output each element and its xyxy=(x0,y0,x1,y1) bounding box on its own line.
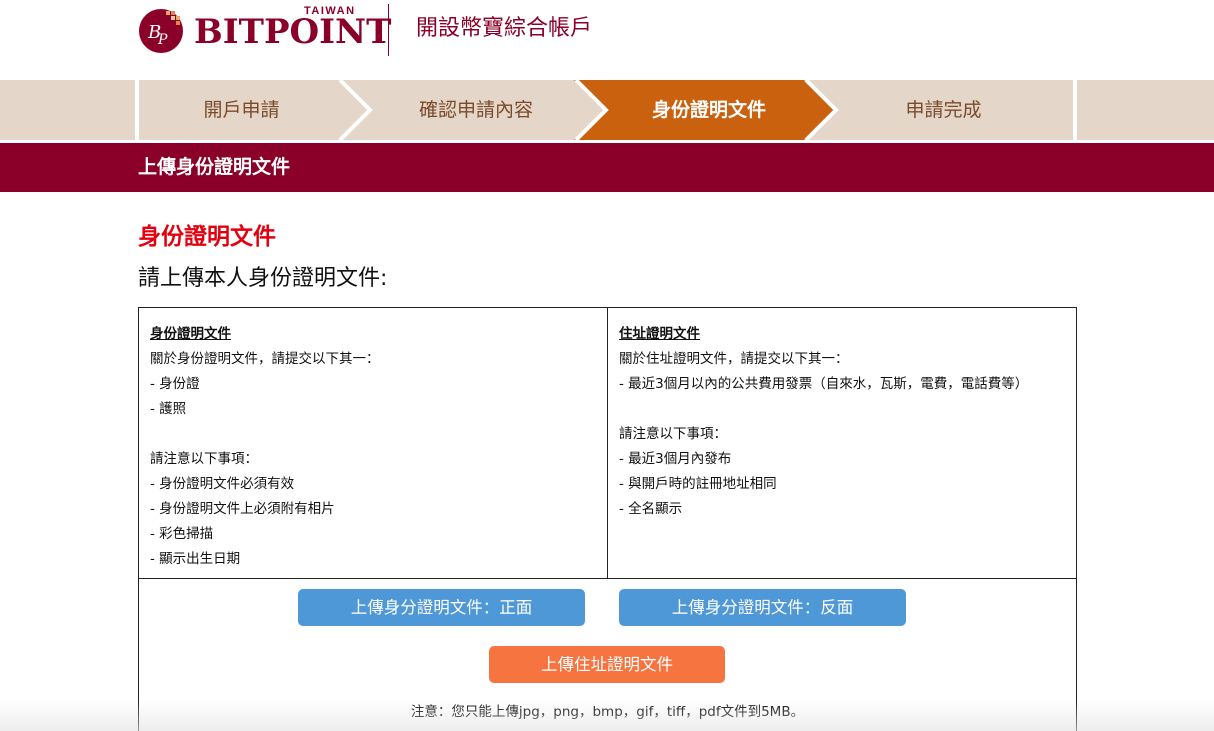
identity-note: - 身份證明文件上必須附有相片 xyxy=(150,501,335,517)
address-notes-heading: 請注意以下事項： xyxy=(619,426,727,442)
identity-notes-heading: 請注意以下事項： xyxy=(150,451,258,467)
identity-note: - 彩色掃描 xyxy=(150,526,214,542)
identity-option: - 護照 xyxy=(150,401,187,417)
header-divider xyxy=(388,4,389,56)
section-bar: 上傳身份證明文件 xyxy=(0,143,1214,192)
step-complete: 申請完成 xyxy=(905,99,982,121)
identity-heading: 身份證明文件 xyxy=(150,326,231,342)
page-title: 身份證明文件 xyxy=(138,224,276,250)
address-requirements: 住址證明文件 關於住址證明文件，請提交以下其一： - 最近3個月以內的公共費用發… xyxy=(608,308,1076,578)
address-option: - 最近3個月以內的公共費用發票（自來水，瓦斯，電費，電話費等） xyxy=(619,376,1029,392)
header-title: 開設幣寶綜合帳戶 xyxy=(416,16,593,41)
requirements-table: 身份證明文件 關於身份證明文件，請提交以下其一： - 身份證 - 護照 請注意以… xyxy=(138,307,1077,579)
upload-id-back-button[interactable]: 上傳身分證明文件：反面 xyxy=(619,589,906,626)
address-intro: 關於住址證明文件，請提交以下其一： xyxy=(619,351,849,367)
logo-text: BITPOINT xyxy=(194,12,392,52)
logo-tag: TAIWAN xyxy=(304,5,356,17)
section-title: 上傳身份證明文件 xyxy=(138,156,291,178)
page-header: B P BITPOINT TAIWAN 開設幣寶綜合帳戶 xyxy=(0,0,1214,80)
address-note: - 與開戶時的註冊地址相同 xyxy=(619,476,777,492)
bitpoint-logo-mark-icon: B P xyxy=(139,9,183,53)
identity-option: - 身份證 xyxy=(150,376,200,392)
upload-id-front-button[interactable]: 上傳身分證明文件：正面 xyxy=(298,589,585,626)
page-subtitle: 請上傳本人身份證明文件: xyxy=(138,266,388,291)
upload-file-note: 注意：您只能上傳jpg，png，bmp，gif，tiff，pdf文件到5MB。 xyxy=(410,704,805,720)
svg-text:P: P xyxy=(157,32,168,48)
address-note: - 全名顯示 xyxy=(619,501,683,517)
step-identity-active: 身份證明文件 xyxy=(651,99,766,121)
bitpoint-logo[interactable]: B P BITPOINT TAIWAN xyxy=(138,4,391,56)
step-confirm: 確認申請內容 xyxy=(418,99,533,121)
identity-intro: 關於身份證明文件，請提交以下其一： xyxy=(150,351,380,367)
identity-note: - 身份證明文件必須有效 xyxy=(150,476,295,492)
address-heading: 住址證明文件 xyxy=(619,326,700,342)
identity-note: - 顯示出生日期 xyxy=(150,551,241,567)
identity-requirements: 身份證明文件 關於身份證明文件，請提交以下其一： - 身份證 - 護照 請注意以… xyxy=(139,308,608,578)
step-apply: 開戶申請 xyxy=(203,99,280,121)
upload-address-button[interactable]: 上傳住址證明文件 xyxy=(489,646,725,683)
address-note: - 最近3個月內發布 xyxy=(619,451,732,467)
